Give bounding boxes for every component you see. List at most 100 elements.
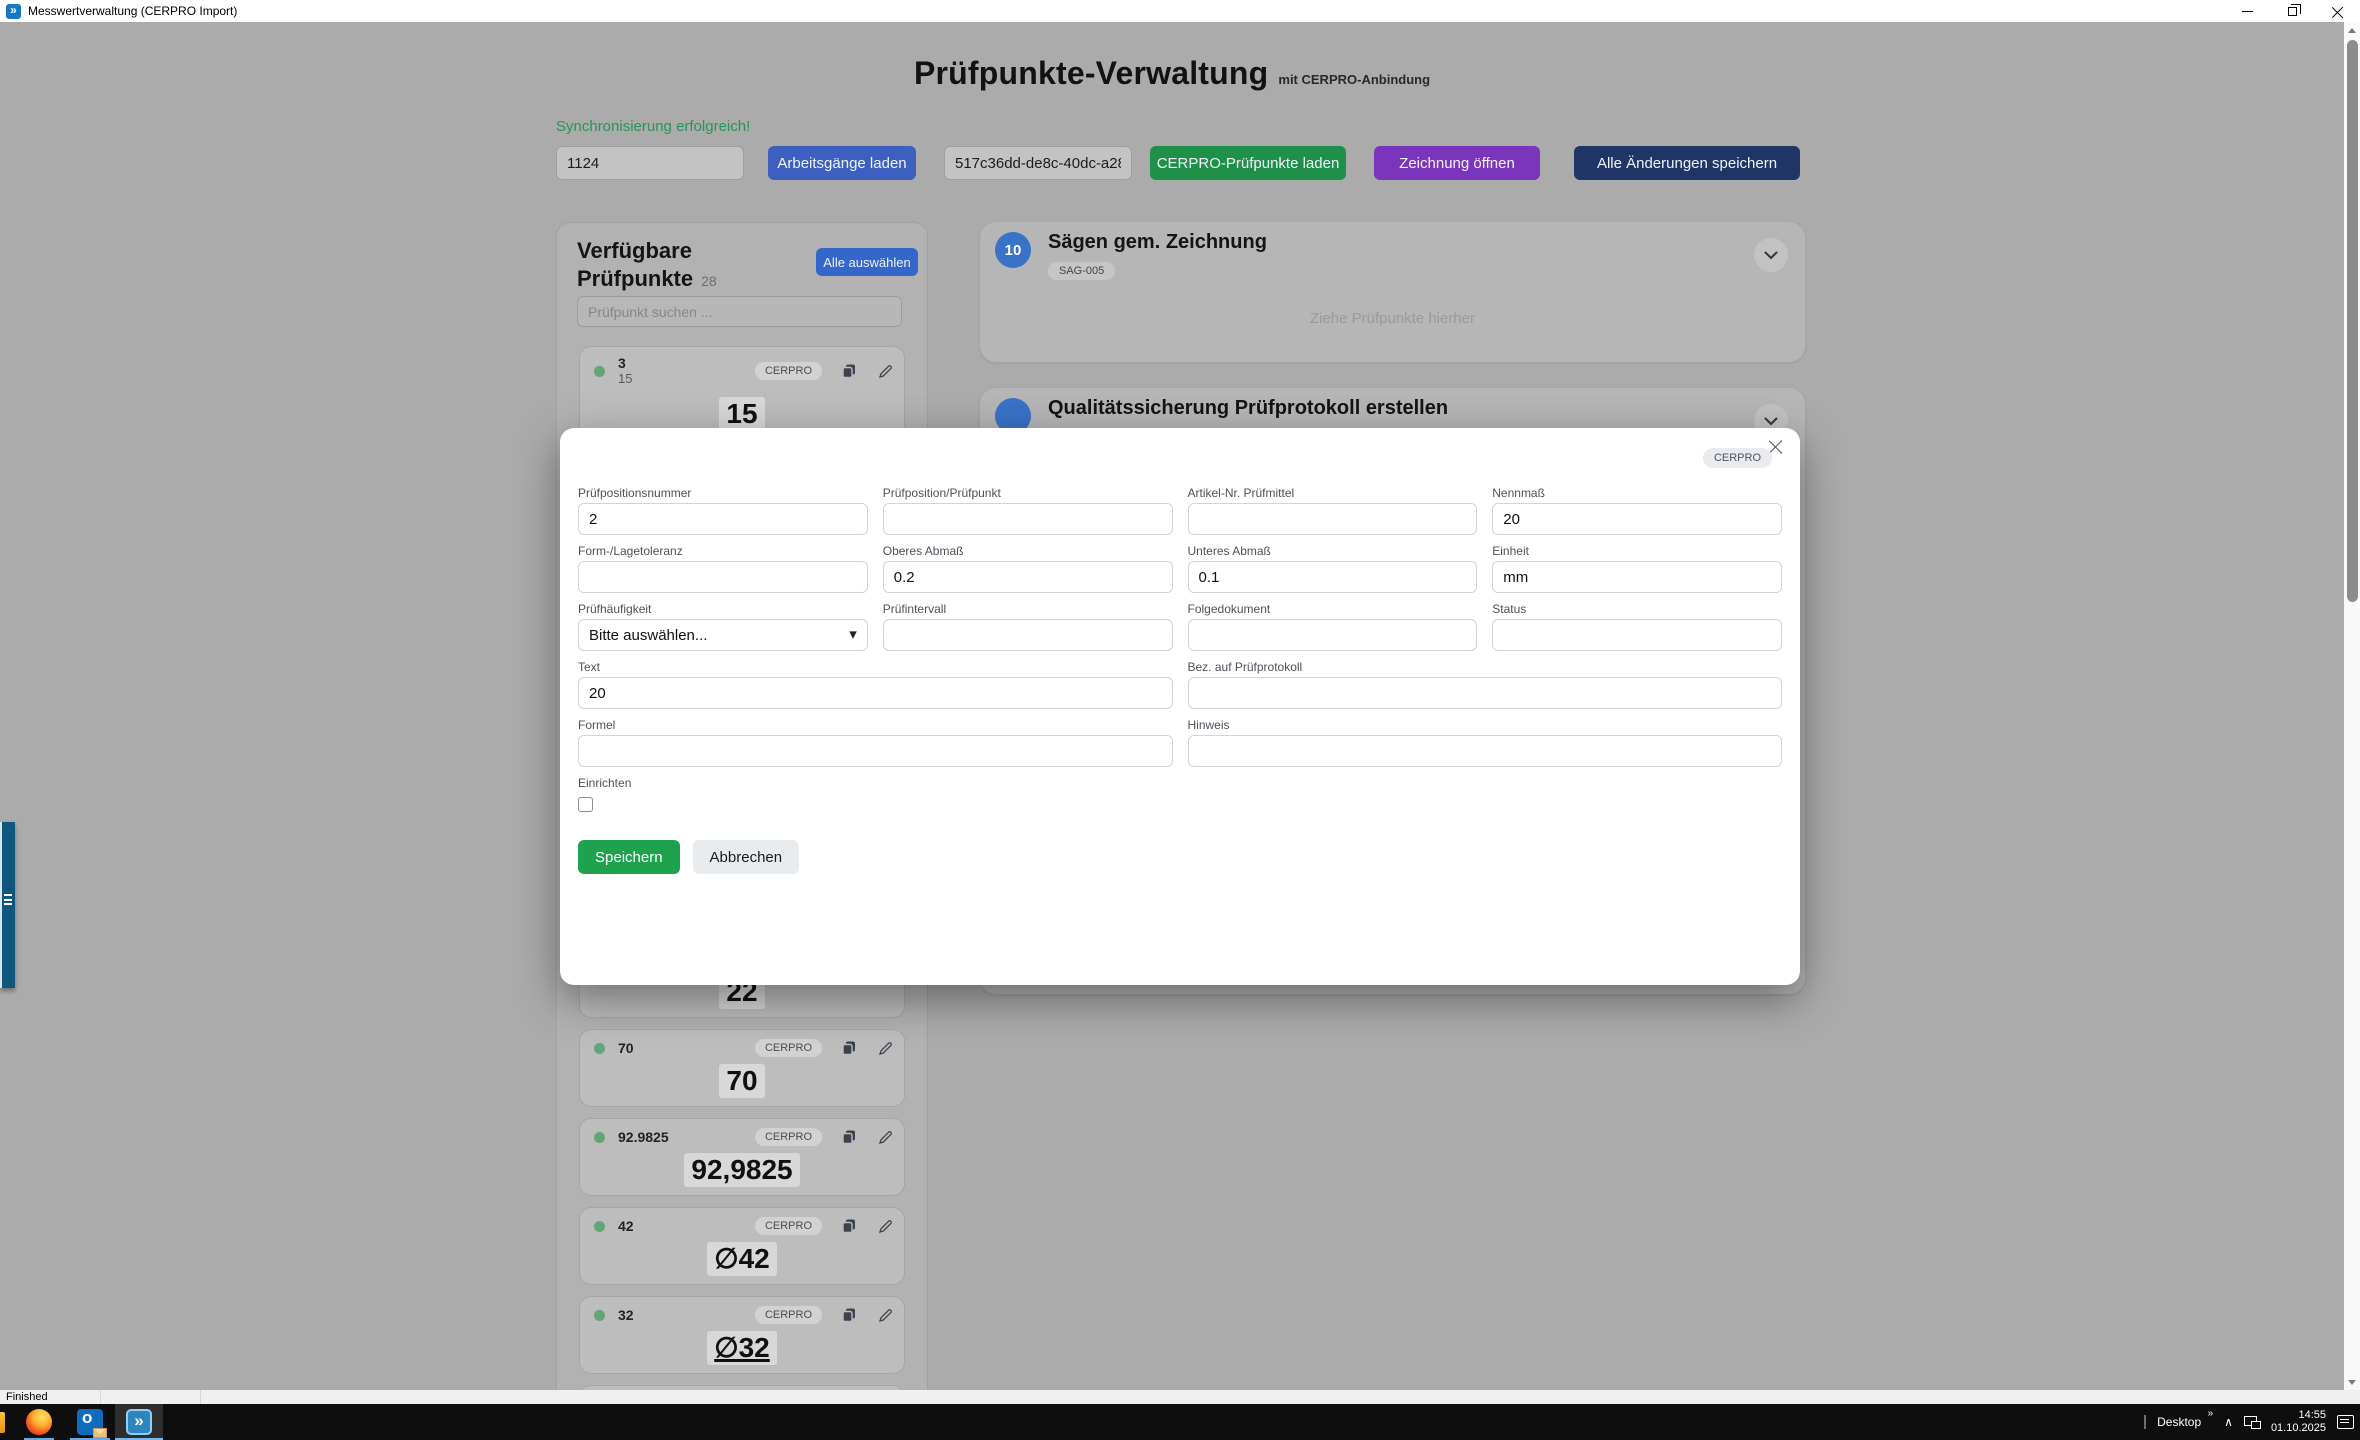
copy-icon[interactable]	[840, 1306, 858, 1324]
field-prufhaufigkeit: Prüfhäufigkeit Bitte auswählen...	[578, 602, 868, 651]
form-lagetoleranz-input[interactable]	[578, 561, 868, 593]
screen: Messwertverwaltung (CERPRO Import) Prüfp…	[0, 0, 2360, 1440]
search-input[interactable]	[577, 296, 902, 327]
edit-pencil-icon[interactable]	[876, 362, 894, 380]
desktop-toolbar[interactable]: Desktop	[2157, 1415, 2213, 1429]
field-nennmass: Nennmaß	[1492, 486, 1782, 535]
edit-pencil-icon[interactable]	[876, 1306, 894, 1324]
unteres-abmass-input[interactable]	[1188, 561, 1478, 593]
hidden-icons-chevron[interactable]	[2224, 1415, 2233, 1429]
item-name: 70	[618, 1041, 634, 1056]
load-cerpro-button[interactable]: CERPRO-Prüfpunkte laden	[1150, 146, 1346, 180]
einheit-input[interactable]	[1492, 561, 1782, 593]
field-status: Status	[1492, 602, 1782, 651]
page-title: Prüfpunkte-Verwaltung	[914, 55, 1268, 91]
field-prufintervall: Prüfintervall	[883, 602, 1173, 651]
field-label: Prüfhäufigkeit	[578, 602, 868, 616]
einrichten-checkbox[interactable]	[578, 797, 593, 812]
scroll-down-arrow[interactable]	[2344, 1374, 2360, 1390]
field-hinweis: Hinweis	[1188, 718, 1783, 767]
status-dot-icon	[594, 1132, 605, 1143]
open-drawing-button[interactable]: Zeichnung öffnen	[1374, 146, 1540, 180]
copy-icon[interactable]	[840, 1217, 858, 1235]
status-input[interactable]	[1492, 619, 1782, 651]
system-tray: Desktop 14:55 01.10.2025	[2144, 1404, 2354, 1440]
edit-pencil-icon[interactable]	[876, 1039, 894, 1057]
restore-icon	[2288, 7, 2297, 16]
list-item[interactable]: 70 CERPRO 70	[579, 1029, 905, 1107]
order-number-input[interactable]	[556, 146, 744, 180]
prufhaufigkeit-select[interactable]: Bitte auswählen...	[578, 619, 868, 651]
vertical-scrollbar[interactable]	[2344, 22, 2360, 1390]
item-value: ∅32	[580, 1331, 904, 1365]
page-header: Prüfpunkte-Verwaltungmit CERPRO-Anbindun…	[0, 55, 2344, 92]
close-button[interactable]	[2315, 0, 2360, 22]
field-label: Prüfposition/Prüfpunkt	[883, 486, 1173, 500]
formel-input[interactable]	[578, 735, 1173, 767]
prufintervall-input[interactable]	[883, 619, 1173, 651]
guid-input[interactable]	[944, 146, 1132, 180]
outlook-icon[interactable]	[77, 1409, 103, 1435]
field-artikel-nr-prufmittel: Artikel-Nr. Prüfmittel	[1188, 486, 1478, 535]
field-label: Text	[578, 660, 1173, 674]
folgedokument-input[interactable]	[1188, 619, 1478, 651]
step-number-badge: 10	[995, 232, 1031, 268]
item-name: 315	[618, 356, 632, 386]
oberes-abmass-input[interactable]	[883, 561, 1173, 593]
scroll-up-arrow[interactable]	[2344, 22, 2360, 38]
docked-panel-handle[interactable]	[0, 822, 15, 988]
restore-button[interactable]	[2270, 0, 2315, 22]
field-einrichten: Einrichten	[578, 776, 1782, 817]
firefox-icon[interactable]	[26, 1409, 52, 1435]
action-center-icon[interactable]	[2337, 1415, 2354, 1429]
edit-pencil-icon[interactable]	[876, 1217, 894, 1235]
cerpro-badge: CERPRO	[755, 1128, 822, 1146]
list-item[interactable]: 42 CERPRO ∅42	[579, 1207, 905, 1285]
field-label: Formel	[578, 718, 1173, 732]
field-bez-auf-prufprotokoll: Bez. auf Prüfprotokoll	[1188, 660, 1783, 709]
field-label: Prüfintervall	[883, 602, 1173, 616]
prufpositionsnummer-input[interactable]	[578, 503, 868, 535]
hamburger-icon	[4, 894, 12, 908]
scrollbar-thumb[interactable]	[2347, 40, 2358, 602]
artikel-nr-input[interactable]	[1188, 503, 1478, 535]
app-icon	[6, 4, 21, 19]
tray-date: 01.10.2025	[2271, 1422, 2326, 1434]
copy-icon[interactable]	[840, 1128, 858, 1146]
active-app-taskbar-button[interactable]	[115, 1404, 163, 1440]
save-all-button[interactable]: Alle Änderungen speichern	[1574, 146, 1800, 180]
cancel-button[interactable]: Abbrechen	[693, 840, 800, 874]
cerpro-badge: CERPRO	[755, 362, 822, 380]
clock[interactable]: 14:55 01.10.2025	[2271, 1409, 2326, 1435]
workflow-card-title: Sägen gem. Zeichnung	[1048, 231, 1267, 254]
field-label: Einrichten	[578, 776, 1782, 790]
pinned-app-partial-icon[interactable]	[0, 1412, 5, 1433]
workflow-card-saegen: 10 Sägen gem. Zeichnung SAG-005 Ziehe Pr…	[980, 222, 1805, 362]
save-button[interactable]: Speichern	[578, 840, 680, 874]
nennmass-input[interactable]	[1492, 503, 1782, 535]
modal-actions: Speichern Abbrechen	[578, 840, 1782, 874]
status-strip: Finished	[0, 1390, 2360, 1404]
item-value: 15	[580, 397, 904, 431]
field-text: Text	[578, 660, 1173, 709]
dropzone[interactable]: Ziehe Prüfpunkte hierher	[980, 310, 1805, 327]
prufhaufigkeit-select-wrap: Bitte auswählen...	[578, 619, 868, 651]
network-icon[interactable]	[2244, 1416, 2260, 1429]
collapse-chevron-button[interactable]	[1754, 238, 1788, 272]
item-name: 32	[618, 1308, 634, 1323]
hinweis-input[interactable]	[1188, 735, 1783, 767]
field-label: Einheit	[1492, 544, 1782, 558]
field-label: Bez. auf Prüfprotokoll	[1188, 660, 1783, 674]
edit-pencil-icon[interactable]	[876, 1128, 894, 1146]
copy-icon[interactable]	[840, 1039, 858, 1057]
text-input[interactable]	[578, 677, 1173, 709]
bez-prufprotokoll-input[interactable]	[1188, 677, 1783, 709]
list-item[interactable]: 32 CERPRO ∅32	[579, 1296, 905, 1374]
load-operations-button[interactable]: Arbeitsgänge laden	[768, 146, 916, 180]
prufposition-input[interactable]	[883, 503, 1173, 535]
copy-icon[interactable]	[840, 362, 858, 380]
list-item[interactable]: 92.9825 CERPRO 92,9825	[579, 1118, 905, 1196]
modal-cerpro-badge: CERPRO	[1703, 448, 1772, 468]
minimize-button[interactable]	[2225, 0, 2270, 22]
select-all-button[interactable]: Alle auswählen	[816, 248, 918, 276]
